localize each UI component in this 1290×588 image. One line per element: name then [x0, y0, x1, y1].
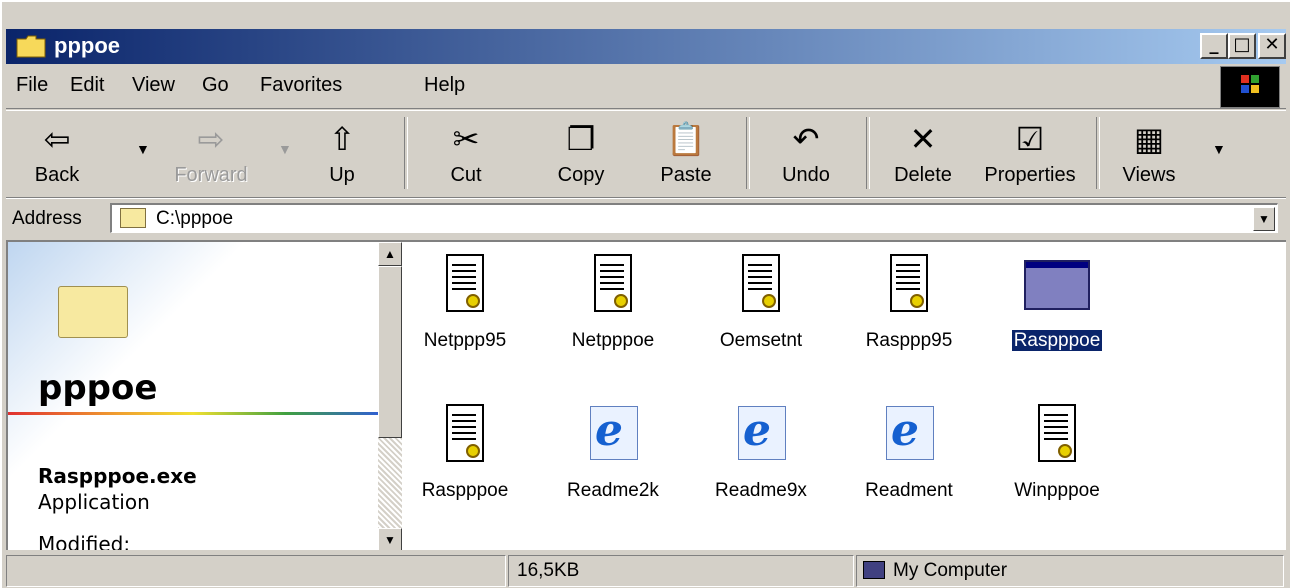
undo-icon: ↶ [792, 120, 820, 158]
up-folder-icon: ⇧ [328, 120, 356, 158]
arrow-right-icon: ⇨ [197, 120, 225, 158]
selected-file-modified: Modified: [38, 532, 131, 550]
minimize-button[interactable]: _ [1200, 33, 1228, 59]
close-button[interactable]: ✕ [1258, 33, 1286, 59]
file-name: Readment [865, 480, 953, 501]
address-input[interactable]: C:\pppoe ▼ [110, 203, 1278, 233]
windows-logo-icon [1220, 66, 1280, 108]
toolbar: ⇦ Back ▼ ⇨ Forward ▼ ⇧ Up ✂ Cut ❐ Copy 📋… [6, 110, 1286, 198]
paste-icon: 📋 [666, 120, 706, 158]
address-value: C:\pppoe [156, 208, 234, 229]
divider [8, 412, 378, 415]
status-panel-size: 16,5KB [508, 555, 854, 587]
folder-title: pppoe [38, 368, 158, 408]
forward-dropdown[interactable]: ▼ [278, 141, 292, 157]
file-name: Raspppoe [421, 480, 509, 501]
file-item[interactable]: Readme9x [696, 404, 826, 514]
menu-help[interactable]: Help [424, 74, 465, 97]
back-dropdown[interactable]: ▼ [136, 141, 150, 157]
toolbar-separator [746, 117, 750, 189]
folder-icon [120, 208, 146, 228]
properties-icon: ☑ [1015, 120, 1045, 158]
address-bar: Address C:\pppoe ▼ [6, 198, 1286, 239]
toolbar-separator [1096, 117, 1100, 189]
file-name: Readme2k [567, 480, 659, 501]
file-item-selected[interactable]: Raspppoe [992, 254, 1122, 364]
delete-button[interactable]: ✕ Delete [884, 117, 962, 193]
scroll-thumb[interactable] [378, 266, 402, 438]
folder-icon [16, 34, 46, 58]
status-panel-zone: My Computer [856, 555, 1284, 587]
forward-button[interactable]: ⇨ Forward [166, 117, 256, 193]
file-item[interactable]: Netpppoe [548, 254, 678, 364]
cut-button[interactable]: ✂ Cut [436, 117, 496, 193]
toolbar-separator [866, 117, 870, 189]
scissors-icon: ✂ [452, 120, 480, 158]
file-name: Raspppoe [1010, 329, 1104, 352]
file-item[interactable]: Netppp95 [400, 254, 530, 364]
file-item[interactable]: Readment [844, 404, 974, 514]
window-title: pppoe [54, 33, 120, 58]
properties-button[interactable]: ☑ Properties [976, 117, 1084, 193]
file-name: Oemsetnt [719, 330, 803, 351]
explorer-window: pppoe _ □ ✕ File Edit View Go Favorites … [0, 0, 1290, 588]
back-button[interactable]: ⇦ Back [24, 117, 90, 193]
menu-go[interactable]: Go [202, 74, 229, 97]
delete-icon: ✕ [909, 120, 937, 158]
menu-bar: File Edit View Go Favorites Help [6, 64, 1286, 109]
large-folder-icon [58, 286, 128, 338]
content-area: pppoe Raspppoe.exe Application Modified:… [6, 240, 1286, 550]
file-item[interactable]: Winpppoe [992, 404, 1122, 514]
address-dropdown-button[interactable]: ▼ [1253, 207, 1275, 231]
selected-file-type: Application [38, 490, 150, 514]
file-name: Readme9x [715, 480, 807, 501]
views-button[interactable]: ▦ Views [1114, 117, 1184, 193]
menu-edit[interactable]: Edit [70, 74, 104, 97]
up-button[interactable]: ⇧ Up [314, 117, 370, 193]
ie-document-icon [884, 404, 934, 466]
my-computer-icon [863, 561, 885, 579]
scroll-up-button[interactable]: ▲ [378, 242, 402, 266]
status-size: 16,5KB [517, 560, 580, 581]
maximize-button[interactable]: □ [1228, 33, 1256, 59]
file-item[interactable]: Raspppoe [400, 404, 530, 514]
views-dropdown[interactable]: ▼ [1212, 141, 1226, 157]
inf-document-icon [440, 404, 490, 466]
inf-document-icon [736, 254, 786, 316]
menu-view[interactable]: View [132, 74, 175, 97]
webview-pane: pppoe Raspppoe.exe Application Modified: [8, 242, 378, 550]
ie-document-icon [736, 404, 786, 466]
application-icon [1024, 254, 1090, 316]
address-label: Address [12, 208, 82, 229]
file-name: Winpppoe [1014, 480, 1100, 501]
paste-button[interactable]: 📋 Paste [646, 117, 726, 193]
views-icon: ▦ [1133, 120, 1165, 158]
arrow-left-icon: ⇦ [43, 120, 71, 158]
inf-document-icon [440, 254, 490, 316]
file-item[interactable]: Rasppp95 [844, 254, 974, 364]
selected-file-name: Raspppoe.exe [38, 464, 197, 488]
file-item[interactable]: Oemsetnt [696, 254, 826, 364]
copy-icon: ❐ [566, 120, 596, 158]
copy-button[interactable]: ❐ Copy [546, 117, 616, 193]
scroll-down-button[interactable]: ▼ [378, 528, 402, 550]
status-bar: 16,5KB My Computer [6, 553, 1286, 588]
inf-document-icon [588, 254, 638, 316]
undo-button[interactable]: ↶ Undo [766, 117, 846, 193]
title-bar[interactable]: pppoe _ □ ✕ [6, 29, 1286, 64]
inf-document-icon [1032, 404, 1082, 466]
file-name: Netpppoe [571, 330, 655, 351]
file-item[interactable]: Readme2k [548, 404, 678, 514]
status-zone: My Computer [893, 560, 1008, 581]
status-panel-main [6, 555, 506, 587]
file-name: Rasppp95 [865, 330, 953, 351]
menu-file[interactable]: File [16, 74, 48, 97]
vertical-scrollbar[interactable]: ▲ ▼ [378, 242, 402, 550]
file-name: Netppp95 [423, 330, 507, 351]
inf-document-icon [884, 254, 934, 316]
ie-document-icon [588, 404, 638, 466]
menu-favorites[interactable]: Favorites [260, 74, 342, 97]
toolbar-separator [404, 117, 408, 189]
